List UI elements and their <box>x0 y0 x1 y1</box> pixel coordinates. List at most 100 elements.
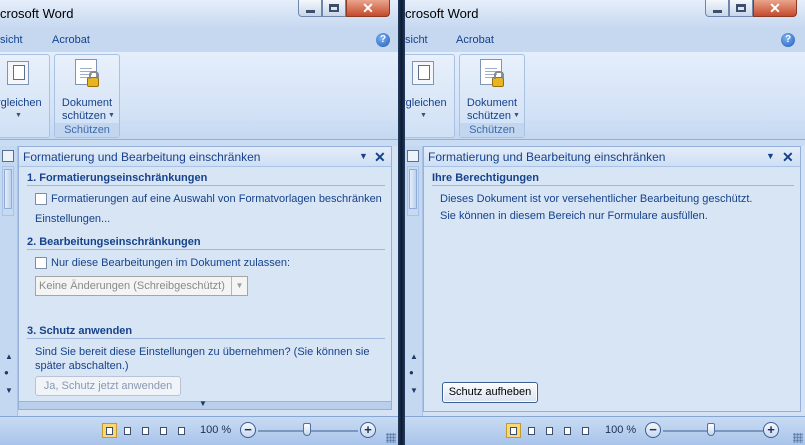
document-scrollbar[interactable] <box>2 166 14 216</box>
pane-scroll-bar[interactable]: ▼ <box>19 399 391 409</box>
view-print-layout-button[interactable] <box>506 423 521 438</box>
window-title: crosoft Word <box>405 6 479 21</box>
word-window-left: crosoft Word ✕ sicht Acrobat ? rgleichen… <box>0 0 398 445</box>
minimize-button[interactable] <box>705 0 729 17</box>
full-screen-icon <box>124 427 131 435</box>
view-outline-button[interactable] <box>156 423 171 438</box>
protect-label-line2: schützen <box>466 110 512 122</box>
chevron-down-icon: ▼ <box>420 112 427 119</box>
zoom-level[interactable]: 100 % <box>605 424 636 436</box>
full-screen-icon <box>528 427 535 435</box>
compare-icon <box>7 61 29 85</box>
edit-restriction-option[interactable]: Nur diese Bearbeitungen im Dokument zula… <box>35 257 290 269</box>
zoom-in-icon[interactable]: + <box>763 422 779 438</box>
compare-icon <box>412 61 434 85</box>
pane-menu-icon[interactable]: ▼ <box>359 151 368 161</box>
maximize-icon <box>736 4 746 12</box>
view-web-layout-button[interactable] <box>138 423 153 438</box>
ruler-toggle-icon[interactable] <box>407 150 419 162</box>
format-restriction-label: Formatierungen auf eine Auswahl von Form… <box>51 193 382 205</box>
zoom-out-icon[interactable]: − <box>645 422 661 438</box>
edit-type-select[interactable]: Keine Änderungen (Schreibgeschützt) ▼ <box>35 276 248 296</box>
pane-close-icon[interactable]: ✕ <box>782 149 794 166</box>
tab-view[interactable]: sicht <box>405 34 428 46</box>
apply-protection-button[interactable]: Ja, Schutz jetzt anwenden <box>35 376 181 396</box>
zoom-slider-thumb[interactable] <box>707 423 715 436</box>
ribbon-group-compare: rgleichen ▼ <box>405 54 455 138</box>
view-web-layout-button[interactable] <box>542 423 557 438</box>
document-scrollbar[interactable] <box>407 166 419 216</box>
status-bar: 100 % − + <box>0 416 398 445</box>
zoom-slider-thumb[interactable] <box>303 423 311 436</box>
ruler-toggle-icon[interactable] <box>2 150 14 162</box>
view-print-layout-button[interactable] <box>102 423 117 438</box>
protected-info-line1: Dieses Dokument ist vor versehentlicher … <box>440 193 753 205</box>
tab-view[interactable]: sicht <box>0 34 23 46</box>
minimize-icon <box>712 9 722 13</box>
help-icon[interactable]: ? <box>781 33 795 47</box>
unprotect-button[interactable]: Schutz aufheben <box>442 382 538 403</box>
close-icon: ✕ <box>769 0 781 16</box>
window-title: crosoft Word <box>0 6 74 21</box>
compare-label: rgleichen <box>405 97 447 109</box>
format-restriction-option[interactable]: Formatierungen auf eine Auswahl von Form… <box>35 193 382 205</box>
document-scroll-strip: ▲ ● ▼ <box>0 146 18 416</box>
protected-info-line2: Sie können in diesem Bereich nur Formula… <box>440 210 708 222</box>
section-apply-protection: 3. Schutz anwenden <box>27 325 385 339</box>
section-formatting-restrictions: 1. Formatierungseinschränkungen <box>27 172 385 186</box>
view-full-screen-button[interactable] <box>524 423 539 438</box>
tab-acrobat[interactable]: Acrobat <box>456 34 494 46</box>
maximize-button[interactable] <box>322 0 346 17</box>
pane-header: Formatierung und Bearbeitung einschränke… <box>424 147 800 167</box>
browse-object-icon[interactable]: ● <box>4 368 9 377</box>
settings-link[interactable]: Einstellungen... <box>35 213 110 225</box>
scroll-thumb[interactable] <box>4 169 12 209</box>
status-bar: 100 % − + <box>405 416 805 445</box>
section-editing-restrictions: 2. Bearbeitungseinschränkungen <box>27 236 385 250</box>
view-draft-button[interactable] <box>578 423 593 438</box>
format-restriction-checkbox[interactable] <box>35 193 47 205</box>
chevron-down-icon[interactable]: ▼ <box>231 277 247 295</box>
previous-page-icon[interactable]: ▲ <box>5 352 13 361</box>
resize-grip-icon[interactable] <box>386 433 396 443</box>
view-draft-button[interactable] <box>174 423 189 438</box>
maximize-button[interactable] <box>729 0 753 17</box>
scroll-down-icon[interactable]: ▼ <box>199 399 207 408</box>
close-button[interactable]: ✕ <box>346 0 390 17</box>
minimize-button[interactable] <box>298 0 322 17</box>
view-full-screen-button[interactable] <box>120 423 135 438</box>
chevron-down-icon: ▼ <box>108 112 115 119</box>
previous-page-icon[interactable]: ▲ <box>410 352 418 361</box>
print-layout-icon <box>106 427 113 435</box>
close-button[interactable]: ✕ <box>753 0 797 17</box>
minimize-icon <box>305 9 315 13</box>
zoom-out-icon[interactable]: − <box>240 422 256 438</box>
restrict-editing-pane: ▲ ● ▼ Formatierung und Bearbeitung einsc… <box>405 146 805 416</box>
next-page-icon[interactable]: ▼ <box>5 386 13 395</box>
pane-menu-icon[interactable]: ▼ <box>766 151 775 161</box>
compare-label: rgleichen <box>0 97 42 109</box>
document-scroll-strip: ▲ ● ▼ <box>405 146 423 416</box>
ribbon-tabs: sicht Acrobat ? <box>405 28 805 52</box>
help-icon[interactable]: ? <box>376 33 390 47</box>
lock-icon <box>87 71 99 87</box>
zoom-in-icon[interactable]: + <box>360 422 376 438</box>
tab-acrobat[interactable]: Acrobat <box>52 34 90 46</box>
pane-close-icon[interactable]: ✕ <box>374 149 386 166</box>
zoom-level[interactable]: 100 % <box>200 424 231 436</box>
edit-restriction-label: Nur diese Bearbeitungen im Dokument zula… <box>51 257 291 269</box>
protect-label-line2: schützen <box>61 110 107 122</box>
pane-title: Formatierung und Bearbeitung einschränke… <box>428 150 666 164</box>
section-your-permissions: Ihre Berechtigungen <box>432 172 794 186</box>
web-layout-icon <box>142 427 149 435</box>
ribbon-group-compare: rgleichen ▼ <box>0 54 50 138</box>
edit-restriction-checkbox[interactable] <box>35 257 47 269</box>
group-label-protect: Schützen <box>55 123 119 137</box>
ribbon: rgleichen ▼ Dokument schützen ▼ Schützen <box>405 52 805 140</box>
next-page-icon[interactable]: ▼ <box>410 386 418 395</box>
resize-grip-icon[interactable] <box>793 433 803 443</box>
view-outline-button[interactable] <box>560 423 575 438</box>
browse-object-icon[interactable]: ● <box>409 368 414 377</box>
restrict-editing-pane: ▲ ● ▼ Formatierung und Bearbeitung einsc… <box>0 146 398 416</box>
scroll-thumb[interactable] <box>409 169 417 209</box>
